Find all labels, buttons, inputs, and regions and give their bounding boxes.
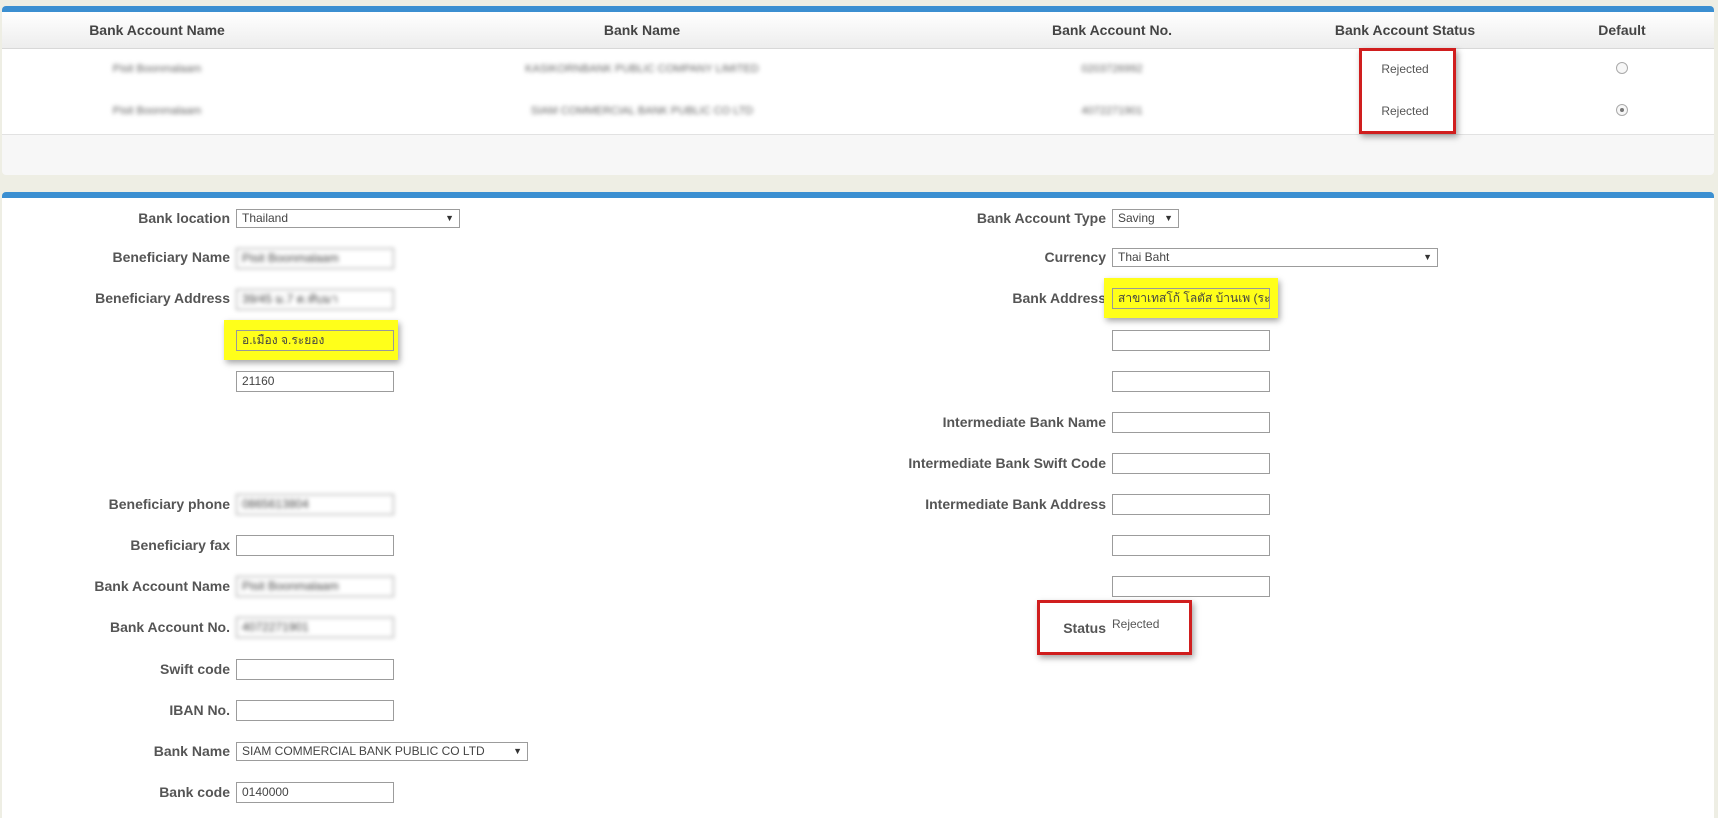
account-no-cell: 0203726992 xyxy=(1081,63,1143,75)
bank-account-type-value: Saving xyxy=(1118,211,1155,225)
bank-location-label: Bank location xyxy=(138,210,230,226)
bank-name-cell: SIAM COMMERCIAL BANK PUBLIC CO LTD xyxy=(530,105,754,117)
bank-name-label: Bank Name xyxy=(153,743,230,759)
bank-account-name-input[interactable]: Pisit Boonmalaam xyxy=(236,576,394,597)
chevron-down-icon: ▼ xyxy=(513,746,522,756)
bank-accounts-panel: Bank Account Name Bank Name Bank Account… xyxy=(2,6,1714,175)
table-footer xyxy=(2,134,1714,175)
account-no-cell: 4072271901 xyxy=(1081,105,1143,117)
bank-name-value: SIAM COMMERCIAL BANK PUBLIC CO LTD xyxy=(242,744,485,758)
intermediate-bank-address-line3-input[interactable] xyxy=(1112,576,1270,597)
bank-account-type-label: Bank Account Type xyxy=(976,210,1106,226)
bank-code-label: Bank code xyxy=(159,784,230,800)
column-header-default[interactable]: Default xyxy=(1572,12,1672,48)
table-row[interactable]: Pisit Boonmalaam SIAM COMMERCIAL BANK PU… xyxy=(2,90,1714,132)
intermediate-bank-name-input[interactable] xyxy=(1112,412,1270,433)
annotation-box-status-column xyxy=(1359,48,1456,134)
intermediate-bank-name-label: Intermediate Bank Name xyxy=(942,414,1106,430)
bank-location-value: Thailand xyxy=(242,211,289,225)
bank-account-no-input[interactable]: 4072271901 xyxy=(236,617,394,638)
currency-select[interactable]: Thai Baht ▼ xyxy=(1112,248,1438,267)
beneficiary-address-line1-input[interactable]: 39/45 ม.7 ต.ทับมา xyxy=(236,289,394,310)
bank-account-form-panel: Bank location Thailand ▼ Beneficiary Nam… xyxy=(2,192,1714,818)
bank-address-line2-input[interactable] xyxy=(1112,330,1270,351)
beneficiary-fax-input[interactable] xyxy=(236,535,394,556)
highlight-beneficiary-address-line2: อ.เมือง จ.ระยอง xyxy=(224,320,398,360)
chevron-down-icon: ▼ xyxy=(445,213,454,223)
beneficiary-address-label: Beneficiary Address xyxy=(95,290,230,306)
bank-account-type-select[interactable]: Saving ▼ xyxy=(1112,209,1179,228)
bank-account-no-label: Bank Account No. xyxy=(109,619,230,635)
bank-address-line1-input[interactable]: สาขาเทสโก้ โลตัส บ้านเพ (ระ xyxy=(1112,288,1270,309)
annotation-box-status xyxy=(1037,600,1192,655)
currency-label: Currency xyxy=(1044,249,1106,265)
chevron-down-icon: ▼ xyxy=(1423,252,1432,262)
swift-code-label: Swift code xyxy=(159,661,230,677)
column-header-account-no[interactable]: Bank Account No. xyxy=(1002,12,1222,48)
iban-no-label: IBAN No. xyxy=(169,702,230,718)
bank-account-name-label: Bank Account Name xyxy=(94,578,230,594)
iban-no-input[interactable] xyxy=(236,700,394,721)
bank-location-select[interactable]: Thailand ▼ xyxy=(236,209,460,228)
intermediate-bank-address-line1-input[interactable] xyxy=(1112,494,1270,515)
beneficiary-fax-label: Beneficiary fax xyxy=(130,537,230,553)
intermediate-bank-swift-label: Intermediate Bank Swift Code xyxy=(908,455,1106,471)
column-header-account-name[interactable]: Bank Account Name xyxy=(62,12,252,48)
table-row[interactable]: Pisit Boonmalaam KASIKORNBANK PUBLIC COM… xyxy=(2,48,1714,90)
beneficiary-phone-input[interactable]: 0865613804 xyxy=(236,494,394,515)
intermediate-bank-address-line2-input[interactable] xyxy=(1112,535,1270,556)
bank-code-input[interactable]: 0140000 xyxy=(236,782,394,803)
default-radio-selected[interactable] xyxy=(1616,104,1628,116)
beneficiary-name-label: Beneficiary Name xyxy=(112,249,230,265)
bank-name-select[interactable]: SIAM COMMERCIAL BANK PUBLIC CO LTD ▼ xyxy=(236,742,528,761)
column-header-status[interactable]: Bank Account Status xyxy=(1308,12,1502,48)
bank-name-cell: KASIKORNBANK PUBLIC COMPANY LIMITED xyxy=(525,63,759,75)
beneficiary-name-input[interactable]: Pisit Boonmalaam xyxy=(236,248,394,269)
currency-value: Thai Baht xyxy=(1118,250,1170,264)
account-name-cell: Pisit Boonmalaam xyxy=(112,63,202,75)
table-header: Bank Account Name Bank Name Bank Account… xyxy=(2,12,1714,49)
default-radio[interactable] xyxy=(1616,62,1628,74)
highlight-bank-address-line1: สาขาเทสโก้ โลตัส บ้านเพ (ระ xyxy=(1104,278,1278,318)
swift-code-input[interactable] xyxy=(236,659,394,680)
intermediate-bank-address-label: Intermediate Bank Address xyxy=(925,496,1106,512)
intermediate-bank-swift-input[interactable] xyxy=(1112,453,1270,474)
bank-address-line3-input[interactable] xyxy=(1112,371,1270,392)
beneficiary-address-line2-input[interactable]: อ.เมือง จ.ระยอง xyxy=(236,330,394,351)
chevron-down-icon: ▼ xyxy=(1164,213,1173,223)
bank-address-label: Bank Address xyxy=(1012,290,1106,306)
column-header-bank-name[interactable]: Bank Name xyxy=(442,12,842,48)
beneficiary-phone-label: Beneficiary phone xyxy=(108,496,230,512)
beneficiary-address-line3-input[interactable]: 21160 xyxy=(236,371,394,392)
account-name-cell: Pisit Boonmalaam xyxy=(112,105,202,117)
